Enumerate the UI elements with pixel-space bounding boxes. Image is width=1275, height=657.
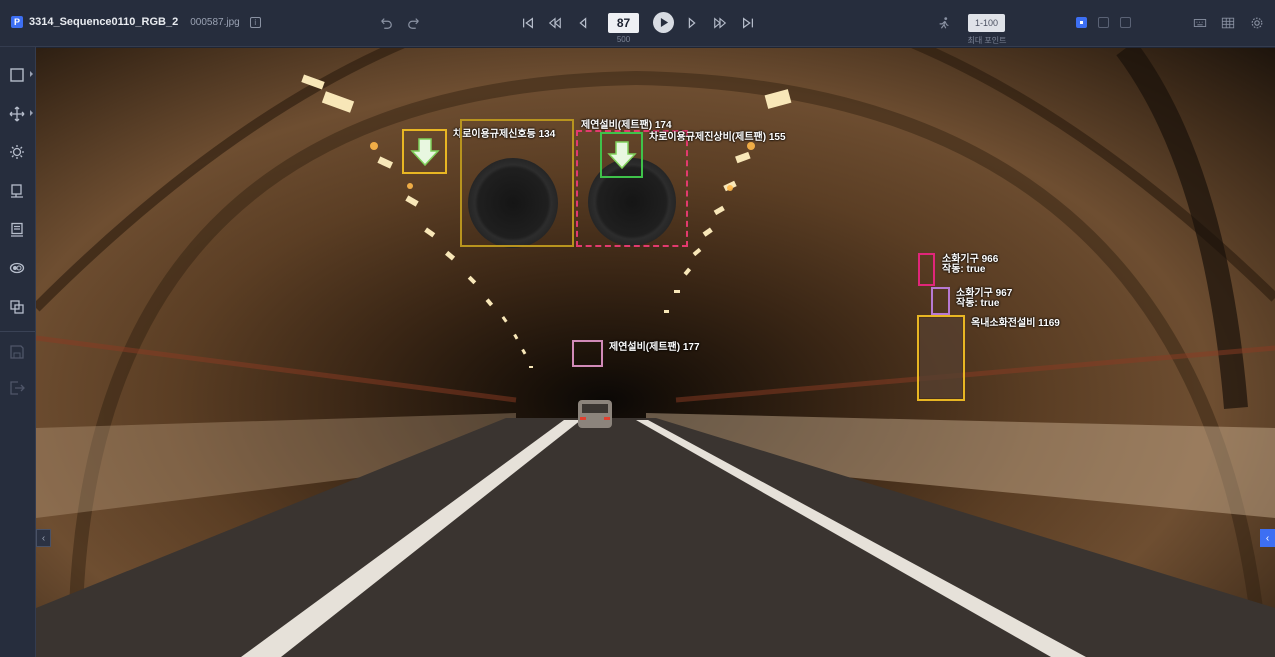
file-info: P 3314_Sequence0110_RGB_2 000587.jpg i	[11, 16, 261, 28]
sequence-name: 3314_Sequence0110_RGB_2	[29, 16, 179, 28]
down-arrow-icon	[602, 135, 641, 175]
running-person-icon[interactable]	[935, 14, 953, 32]
keyboard-icon[interactable]	[1191, 14, 1209, 32]
app-logo-icon: P	[11, 16, 23, 28]
bounding-box-tool-icon[interactable]	[8, 66, 33, 84]
toggle-visibility-icon[interactable]	[8, 259, 26, 277]
annotation-label-1169: 옥내소화전설비 1169	[971, 318, 1060, 329]
annotation-status-966: 작동: true	[942, 264, 986, 275]
table-icon[interactable]	[1219, 14, 1237, 32]
down-arrow-icon	[405, 132, 444, 171]
move-tool-icon[interactable]	[8, 105, 33, 123]
collapse-left-panel-icon[interactable]: ‹	[36, 529, 51, 547]
play-icon[interactable]	[653, 12, 674, 33]
annotation-box-extinguisher-967[interactable]	[931, 287, 950, 315]
points-label: 최대 포인트	[967, 36, 1007, 45]
annotation-box-extinguisher-966[interactable]	[918, 253, 935, 286]
view-mode-grid[interactable]	[1120, 17, 1131, 28]
view-mode-split[interactable]	[1098, 17, 1109, 28]
annotation-status-967: 작동: true	[956, 298, 1000, 309]
fast-forward-icon[interactable]	[711, 14, 729, 32]
rewind-icon[interactable]	[546, 14, 564, 32]
tool-sidebar	[0, 47, 36, 657]
view-mode-single[interactable]	[1076, 17, 1087, 28]
skip-first-icon[interactable]	[519, 14, 537, 32]
document-tool-icon[interactable]	[8, 221, 26, 239]
points-range-input[interactable]: 1-100	[968, 14, 1005, 32]
undo-icon[interactable]	[377, 14, 395, 32]
next-icon[interactable]	[683, 14, 701, 32]
info-icon[interactable]: i	[249, 16, 261, 28]
sidebar-divider	[0, 331, 35, 332]
annotation-box-hydrant-1169[interactable]	[917, 315, 965, 401]
expand-right-panel-icon[interactable]: ‹	[1260, 529, 1275, 547]
redo-icon[interactable]	[405, 14, 423, 32]
layers-icon[interactable]	[8, 298, 26, 316]
file-name: 000587.jpg	[190, 16, 240, 28]
submenu-arrow-icon	[30, 110, 33, 116]
annotation-box-jetfan-177[interactable]	[572, 340, 603, 367]
total-frames: 500	[616, 35, 631, 44]
exit-icon[interactable]	[8, 379, 26, 397]
image-canvas[interactable]: 차로이용규제신호등 134 제연설비(제트팬) 174 차로이용규제진상비(제트…	[36, 48, 1275, 657]
skip-last-icon[interactable]	[739, 14, 757, 32]
brightness-icon[interactable]	[8, 143, 26, 161]
annotation-label-177: 제연설비(제트팬) 177	[609, 342, 700, 353]
gear-icon[interactable]	[1248, 14, 1266, 32]
prev-icon[interactable]	[574, 14, 592, 32]
submenu-arrow-icon	[30, 71, 33, 77]
annotation-box-jetfan-174[interactable]	[460, 119, 574, 247]
annotate-tool-icon[interactable]	[8, 182, 26, 200]
current-frame-input[interactable]: 87	[608, 13, 639, 33]
top-toolbar: P 3314_Sequence0110_RGB_2 000587.jpg i 8…	[0, 0, 1275, 47]
annotation-label-155: 차로이용규제진상비(제트팬) 155	[649, 132, 786, 143]
save-icon[interactable]	[8, 343, 26, 361]
